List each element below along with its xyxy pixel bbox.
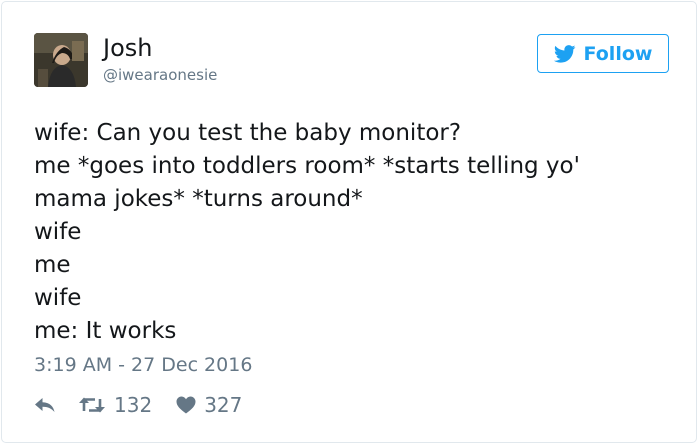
avatar-photo-icon	[34, 33, 88, 87]
tweet-line: me: It works	[34, 318, 177, 344]
retweet-icon	[78, 396, 106, 414]
follow-button-label: Follow	[583, 42, 653, 65]
tweet-card: Josh @iwearaonesie Follow wife: Can you …	[1, 1, 697, 443]
tweet-line: me	[34, 252, 71, 278]
tweet-timestamp[interactable]: 3:19 AM - 27 Dec 2016	[34, 352, 252, 378]
tweet-line: wife	[34, 219, 82, 245]
retweet-button[interactable]: 132	[78, 392, 152, 418]
author-display-name[interactable]: Josh	[103, 33, 152, 63]
heart-icon	[176, 396, 196, 414]
tweet-line: wife: Can you test the baby monitor?	[34, 120, 462, 146]
tweet-actions: 132 327	[34, 390, 242, 420]
reply-button[interactable]	[34, 396, 56, 414]
tweet-line: wife	[34, 285, 82, 311]
twitter-bird-icon	[553, 44, 576, 63]
tweet-line: mama jokes* *turns around*	[34, 186, 363, 212]
avatar[interactable]	[34, 33, 88, 87]
retweet-count: 132	[114, 393, 153, 417]
tweet-line: me *goes into toddlers room* *starts tel…	[34, 153, 580, 179]
like-button[interactable]: 327	[176, 392, 242, 418]
author-handle[interactable]: @iwearaonesie	[103, 65, 217, 85]
tweet-text: wife: Can you test the baby monitor? me …	[34, 117, 674, 348]
follow-button[interactable]: Follow	[537, 34, 669, 73]
reply-arrow-icon	[34, 396, 56, 414]
like-count: 327	[204, 393, 243, 417]
